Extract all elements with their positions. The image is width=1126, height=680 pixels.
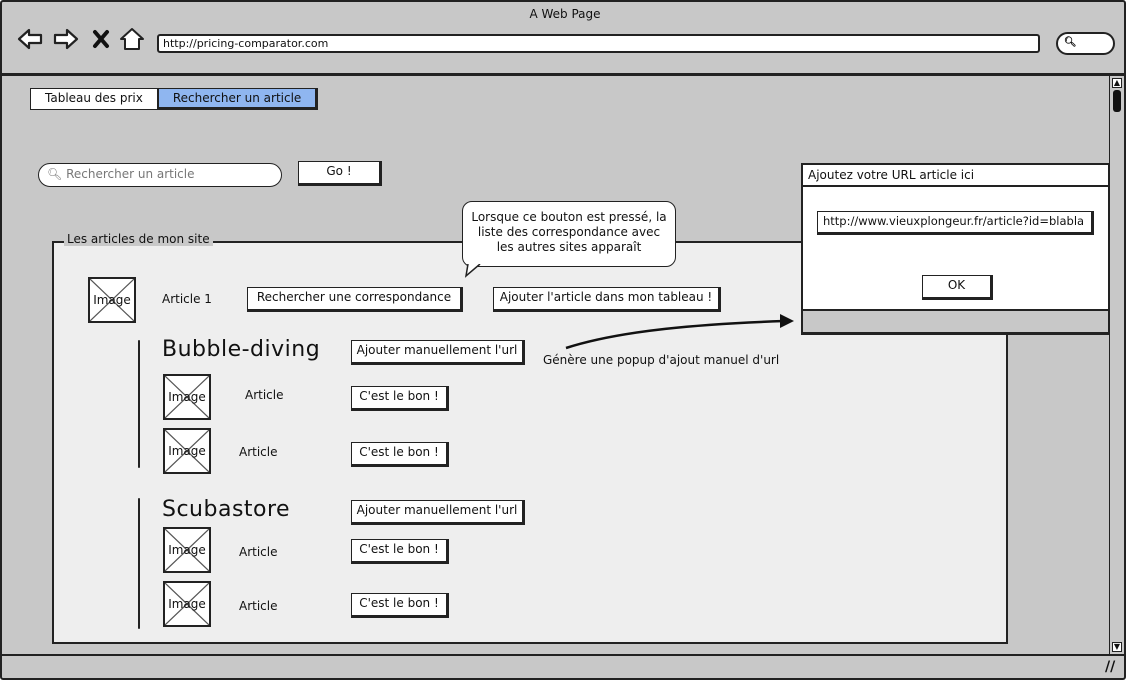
go-button[interactable]: Go !	[298, 161, 382, 186]
add-url-popup: Ajoutez votre URL article ici http://www…	[801, 163, 1111, 335]
result-image: Image	[163, 428, 211, 474]
confirm-match-button[interactable]: C'est le bon !	[351, 539, 449, 564]
url-bar[interactable]: http://pricing-comparator.com	[157, 34, 1040, 53]
result-image: Image	[163, 527, 211, 573]
result-name: Article	[245, 388, 284, 402]
scroll-down-icon[interactable]: ▼	[1112, 642, 1122, 652]
confirm-match-button[interactable]: C'est le bon !	[351, 442, 449, 467]
scroll-up-icon[interactable]: ▲	[1112, 78, 1122, 88]
manual-url-button[interactable]: Ajouter manuellement l'url	[351, 340, 525, 365]
result-name: Article	[239, 599, 278, 613]
image-label: Image	[168, 390, 206, 404]
confirm-match-button[interactable]: C'est le bon !	[351, 386, 449, 411]
manual-url-button[interactable]: Ajouter manuellement l'url	[351, 500, 525, 525]
window-title: A Web Page	[529, 7, 601, 21]
callout-tail	[464, 264, 481, 278]
back-arrow-icon[interactable]	[16, 26, 44, 52]
tab-bar: Tableau des prix Rechercher un article	[30, 88, 319, 110]
close-x-icon[interactable]	[90, 26, 112, 52]
browser-window: A Web Page http://pricing-comparator.com…	[0, 0, 1126, 680]
result-name: Article	[239, 445, 278, 459]
image-label: Image	[93, 293, 131, 307]
search-input[interactable]: 🔍︎ Rechercher un article	[38, 163, 282, 187]
browser-search[interactable]: 🔍︎	[1056, 32, 1115, 55]
annotation-text: Génère une popup d'ajout manuel d'url	[543, 353, 780, 367]
my-articles-legend: Les articles de mon site	[64, 232, 213, 246]
section-bar	[138, 498, 140, 629]
popup-title: Ajoutez votre URL article ici	[803, 165, 1108, 187]
site-title: Scubastore	[162, 497, 291, 522]
callout-bubble: Lorsque ce bouton est pressé, la liste d…	[462, 201, 676, 267]
image-label: Image	[168, 543, 206, 557]
result-image: Image	[163, 374, 211, 420]
home-icon[interactable]	[118, 26, 146, 52]
section-bar	[138, 340, 140, 468]
search-icon: 🔍︎	[47, 167, 63, 181]
popup-url-input[interactable]: http://www.vieuxplongeur.fr/article?id=b…	[817, 211, 1094, 235]
ok-button[interactable]: OK	[922, 275, 993, 300]
article-name: Article 1	[162, 292, 212, 306]
popup-body: http://www.vieuxplongeur.fr/article?id=b…	[803, 187, 1108, 311]
image-label: Image	[168, 444, 206, 458]
search-placeholder: Rechercher un article	[66, 167, 195, 181]
site-title: Bubble-diving	[162, 337, 321, 362]
article-image: Image	[88, 277, 136, 323]
status-divider	[2, 654, 1124, 656]
tab-search-article[interactable]: Rechercher un article	[157, 88, 319, 110]
confirm-match-button[interactable]: C'est le bon !	[351, 593, 449, 618]
vertical-scrollbar[interactable]: ▲ ▼	[1109, 76, 1124, 654]
tab-price-table[interactable]: Tableau des prix	[30, 88, 158, 110]
find-match-button[interactable]: Rechercher une correspondance	[247, 287, 463, 312]
forward-arrow-icon[interactable]	[52, 26, 80, 52]
scroll-thumb[interactable]	[1113, 90, 1121, 112]
result-image: Image	[163, 581, 211, 627]
magnifier-icon: 🔍︎	[1064, 37, 1077, 48]
chrome-divider	[2, 73, 1124, 76]
result-name: Article	[239, 545, 278, 559]
image-label: Image	[168, 597, 206, 611]
add-to-table-button[interactable]: Ajouter l'article dans mon tableau !	[493, 287, 721, 312]
annotation-arrow	[565, 314, 794, 350]
resize-grip-icon[interactable]: //	[1105, 659, 1115, 675]
